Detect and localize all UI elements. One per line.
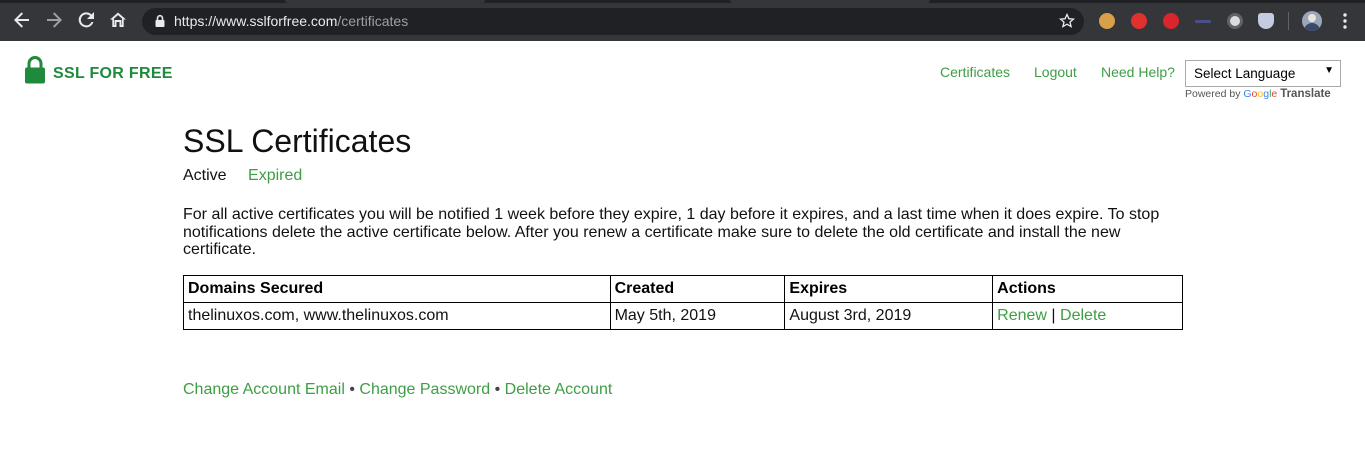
- home-button[interactable]: [106, 8, 130, 32]
- translate-label: Translate: [1280, 88, 1331, 100]
- reload-button[interactable]: [74, 8, 98, 32]
- home-icon: [110, 12, 126, 27]
- kebab-menu-icon[interactable]: [1338, 12, 1352, 30]
- lock-icon: [155, 14, 165, 27]
- page-title: SSL Certificates: [183, 123, 412, 159]
- column-header-actions: Actions: [992, 275, 1183, 303]
- adobe-extension-icon[interactable]: [1163, 13, 1179, 29]
- address-bar[interactable]: https://www.sslforfree.com/certificates: [142, 8, 1084, 35]
- url-text[interactable]: https://www.sslforfree.com/certificates: [174, 14, 408, 29]
- arrow-right-icon: [47, 12, 62, 28]
- star-icon[interactable]: [1059, 13, 1075, 29]
- forward-button[interactable]: [42, 8, 66, 32]
- bullet-separator: •: [494, 381, 501, 398]
- cell-domains: thelinuxos.com, www.thelinuxos.com: [183, 302, 611, 330]
- hand-extension-icon[interactable]: [1131, 13, 1147, 29]
- language-select[interactable]: Select Language ▼: [1185, 60, 1341, 87]
- cell-created: May 5th, 2019: [609, 302, 786, 330]
- arrow-left-icon: [14, 12, 29, 28]
- circle-extension-icon[interactable]: [1227, 13, 1243, 29]
- site-logo[interactable]: SSL FOR FREE: [24, 55, 173, 85]
- change-account-email-link[interactable]: Change Account Email: [183, 381, 345, 398]
- dash-extension-icon[interactable]: [1195, 20, 1211, 23]
- cookie-extension-icon[interactable]: [1099, 13, 1115, 29]
- account-links: Change Account Email • Change Password •…: [183, 381, 612, 399]
- browser-toolbar: https://www.sslforfree.com/certificates: [0, 0, 1365, 41]
- avatar-icon: [1304, 14, 1320, 31]
- tab-edge[interactable]: [730, 0, 930, 3]
- tab-expired[interactable]: Expired: [248, 167, 302, 184]
- back-button[interactable]: [10, 8, 34, 32]
- shield-extension-icon[interactable]: [1258, 13, 1274, 29]
- padlock-icon: [25, 56, 45, 84]
- toolbar-separator: [1288, 12, 1289, 30]
- google-logo[interactable]: Google: [1243, 88, 1277, 100]
- renew-link[interactable]: Renew: [997, 307, 1047, 324]
- logo-text: SSL FOR FREE: [53, 65, 173, 82]
- column-header-created: Created: [609, 275, 786, 303]
- action-separator: |: [1051, 307, 1056, 324]
- reload-icon: [78, 12, 94, 28]
- delete-certificate-link[interactable]: Delete: [1060, 307, 1106, 324]
- delete-account-link[interactable]: Delete Account: [505, 381, 613, 398]
- column-header-expires: Expires: [784, 275, 994, 303]
- certificates-table: Domains Secured Created Expires Actions …: [183, 275, 1183, 330]
- language-select-value: Select Language: [1194, 66, 1296, 81]
- dropdown-caret-icon: ▼: [1324, 65, 1334, 76]
- powered-by-label: Powered by: [1185, 88, 1241, 100]
- url-path: /certificates: [337, 13, 409, 29]
- change-password-link[interactable]: Change Password: [359, 381, 490, 398]
- cell-expires: August 3rd, 2019: [784, 302, 994, 330]
- url-host: https://www.sslforfree.com: [174, 13, 338, 29]
- bullet-separator: •: [349, 381, 355, 398]
- table-row: thelinuxos.com, www.thelinuxos.com May 5…: [183, 302, 1183, 330]
- notification-notice: For all active certificates you will be …: [183, 206, 1160, 258]
- google-letter: G: [1243, 88, 1252, 100]
- nav-certificates-link[interactable]: Certificates: [940, 64, 1010, 80]
- nav-logout-link[interactable]: Logout: [1034, 64, 1077, 80]
- tab-strip: [0, 0, 1365, 3]
- cell-actions: Renew | Delete: [992, 302, 1183, 330]
- profile-avatar[interactable]: [1302, 11, 1322, 31]
- tab-edge[interactable]: [285, 0, 485, 3]
- column-header-domains: Domains Secured: [183, 275, 611, 303]
- google-letter: e: [1271, 88, 1278, 100]
- nav-help-link[interactable]: Need Help?: [1101, 64, 1175, 80]
- certificate-status-tabs: Active Expired: [183, 167, 302, 185]
- table-header-row: Domains Secured Created Expires Actions: [183, 275, 1183, 303]
- tab-active[interactable]: Active: [183, 167, 227, 184]
- google-translate-attribution: Powered by Google Translate: [1185, 88, 1331, 100]
